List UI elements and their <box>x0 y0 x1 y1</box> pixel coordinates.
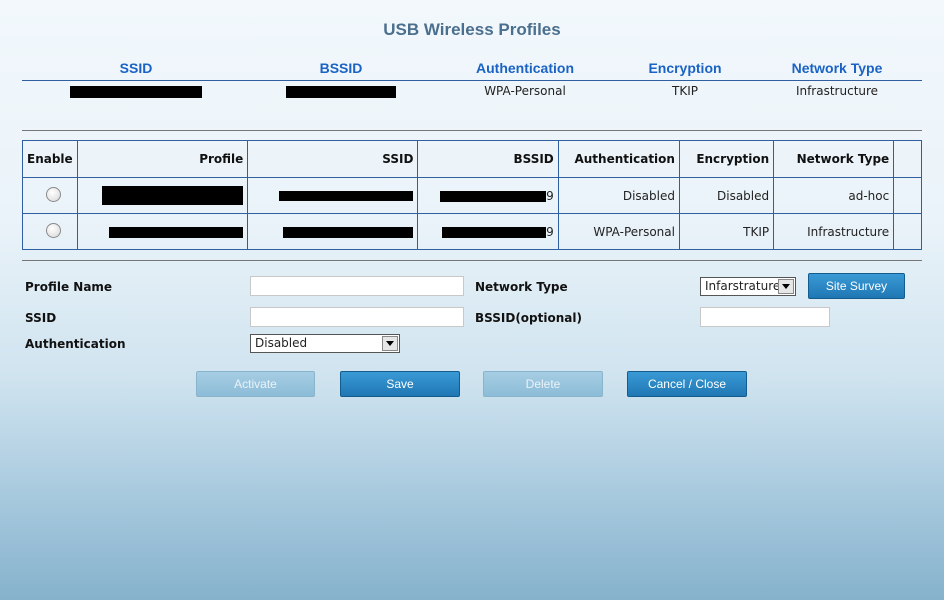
table-row[interactable]: 9 Disabled Disabled ad-hoc <box>22 177 922 214</box>
col-network-type: Network Type <box>773 140 895 178</box>
profile-name-input[interactable] <box>250 276 464 296</box>
current-encryption: TKIP <box>672 84 698 98</box>
save-button[interactable]: Save <box>340 371 460 397</box>
current-connection-header: SSID BSSID Authentication Encryption Net… <box>22 60 922 81</box>
ssid-cell <box>247 213 419 250</box>
authentication-cell: WPA-Personal <box>557 213 680 250</box>
authentication-cell: Disabled <box>557 177 680 214</box>
encryption-cell: TKIP <box>678 213 775 250</box>
enable-cell <box>22 213 78 250</box>
chevron-down-icon[interactable] <box>382 336 398 351</box>
divider <box>22 130 922 131</box>
delete-button[interactable]: Delete <box>483 371 603 397</box>
bssid-cell: 9 <box>417 177 559 214</box>
profile-cell <box>76 213 249 250</box>
spacer-cell <box>893 213 922 250</box>
header-authentication: Authentication <box>476 60 574 76</box>
encryption-cell: Disabled <box>678 177 775 214</box>
profile-cell <box>76 177 249 214</box>
col-authentication: Authentication <box>557 140 680 178</box>
bssid-optional-label: BSSID(optional) <box>475 311 582 325</box>
current-connection-row: WPA-Personal TKIP Infrastructure <box>22 84 922 100</box>
enable-radio[interactable] <box>46 186 62 202</box>
chevron-down-icon[interactable] <box>778 279 794 294</box>
page-title: USB Wireless Profiles <box>383 20 561 39</box>
current-authentication: WPA-Personal <box>484 84 566 98</box>
header-encryption: Encryption <box>648 60 722 76</box>
ssid-label: SSID <box>25 311 57 325</box>
header-ssid: SSID <box>119 60 153 76</box>
bssid-cell: 9 <box>417 213 559 250</box>
site-survey-button[interactable]: Site Survey <box>808 273 905 299</box>
enable-radio[interactable] <box>46 222 62 238</box>
network-type-cell: Infrastructure <box>773 213 895 250</box>
ssid-input[interactable] <box>250 307 464 327</box>
network-type-cell: ad-hoc <box>773 177 895 214</box>
profile-name-label: Profile Name <box>25 280 113 294</box>
table-header-row: Enable Profile SSID BSSID Authentication… <box>22 140 922 178</box>
current-ssid-redacted <box>68 84 204 98</box>
authentication-label: Authentication <box>25 337 126 351</box>
ssid-cell <box>247 177 419 214</box>
authentication-select[interactable]: Disabled <box>250 334 400 353</box>
col-spacer <box>893 140 922 178</box>
spacer-cell <box>893 177 922 214</box>
enable-cell <box>22 177 78 214</box>
authentication-value: Disabled <box>255 336 308 350</box>
network-type-select[interactable]: Infarstrature <box>700 277 796 296</box>
network-type-value: Infarstrature <box>705 279 781 293</box>
divider <box>22 260 922 261</box>
network-type-label: Network Type <box>475 280 568 294</box>
cancel-close-button[interactable]: Cancel / Close <box>627 371 747 397</box>
current-bssid-redacted <box>286 84 396 98</box>
col-enable: Enable <box>22 140 78 178</box>
profiles-table: Enable Profile SSID BSSID Authentication… <box>22 140 922 250</box>
table-row[interactable]: 9 WPA-Personal TKIP Infrastructure <box>22 213 922 250</box>
activate-button[interactable]: Activate <box>196 371 315 397</box>
current-network-type: Infrastructure <box>795 84 879 98</box>
col-encryption: Encryption <box>678 140 775 178</box>
col-profile: Profile <box>76 140 249 178</box>
bssid-input[interactable] <box>700 307 830 327</box>
col-ssid: SSID <box>247 140 419 178</box>
header-bssid: BSSID <box>319 60 363 76</box>
header-network-type: Network Type <box>791 60 883 76</box>
col-bssid: BSSID <box>417 140 559 178</box>
